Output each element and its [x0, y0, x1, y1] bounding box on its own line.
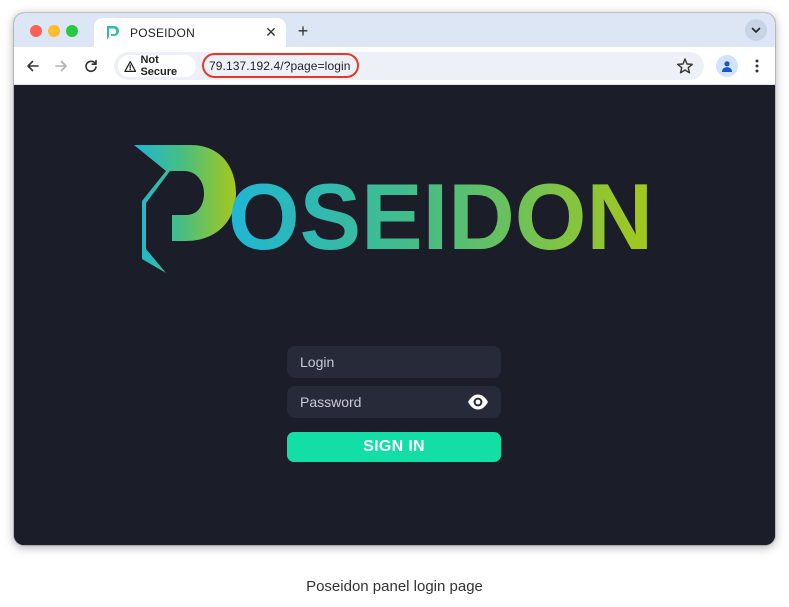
poseidon-logo: OSEIDON: [134, 145, 653, 273]
star-icon[interactable]: [676, 57, 694, 75]
forward-button[interactable]: [50, 55, 72, 77]
browser-window: POSEIDON ✕ + Not Secure 79.137.192.4/?pa…: [14, 13, 775, 545]
security-label: Not Secure: [140, 54, 178, 78]
url-highlight[interactable]: 79.137.192.4/?page=login: [202, 53, 359, 78]
forward-arrow-icon: [55, 60, 67, 72]
profile-icon: [722, 61, 732, 72]
sign-in-button[interactable]: SIGN IN: [287, 432, 501, 462]
kebab-menu-icon: [755, 59, 759, 73]
minimize-window-button[interactable]: [48, 25, 60, 37]
login-page: OSEIDON SIGN IN: [14, 86, 775, 545]
login-field[interactable]: [287, 346, 501, 378]
poseidon-favicon-icon: [107, 25, 119, 40]
browser-toolbar: Not Secure 79.137.192.4/?page=login: [14, 47, 775, 85]
reload-button[interactable]: [80, 55, 102, 77]
eye-icon[interactable]: [467, 393, 489, 411]
chevron-down-icon: [751, 27, 761, 34]
login-input[interactable]: [300, 354, 460, 370]
tab-strip: POSEIDON ✕ +: [14, 13, 775, 47]
tab-title: POSEIDON: [130, 25, 195, 40]
profile-button[interactable]: [716, 55, 738, 77]
close-window-button[interactable]: [30, 25, 42, 37]
security-indicator[interactable]: Not Secure: [118, 54, 196, 78]
plus-icon[interactable]: +: [292, 20, 314, 42]
password-input[interactable]: [300, 394, 460, 410]
reload-icon: [85, 59, 97, 73]
warning-icon: [124, 60, 137, 72]
image-caption: Poseidon panel login page: [306, 578, 483, 595]
close-icon[interactable]: ✕: [260, 22, 282, 44]
tab-search-button[interactable]: [745, 19, 767, 41]
url-text: 79.137.192.4/?page=login: [209, 58, 351, 73]
maximize-window-button[interactable]: [66, 25, 78, 37]
browser-menu-button[interactable]: [746, 55, 768, 77]
back-button[interactable]: [22, 55, 44, 77]
address-bar[interactable]: Not Secure 79.137.192.4/?page=login: [114, 52, 704, 80]
password-field[interactable]: [287, 386, 501, 418]
browser-tab[interactable]: POSEIDON ✕: [94, 18, 286, 47]
logo-wordmark: OSEIDON: [228, 164, 653, 269]
back-arrow-icon: [27, 60, 39, 72]
logo-mark: [134, 145, 236, 273]
